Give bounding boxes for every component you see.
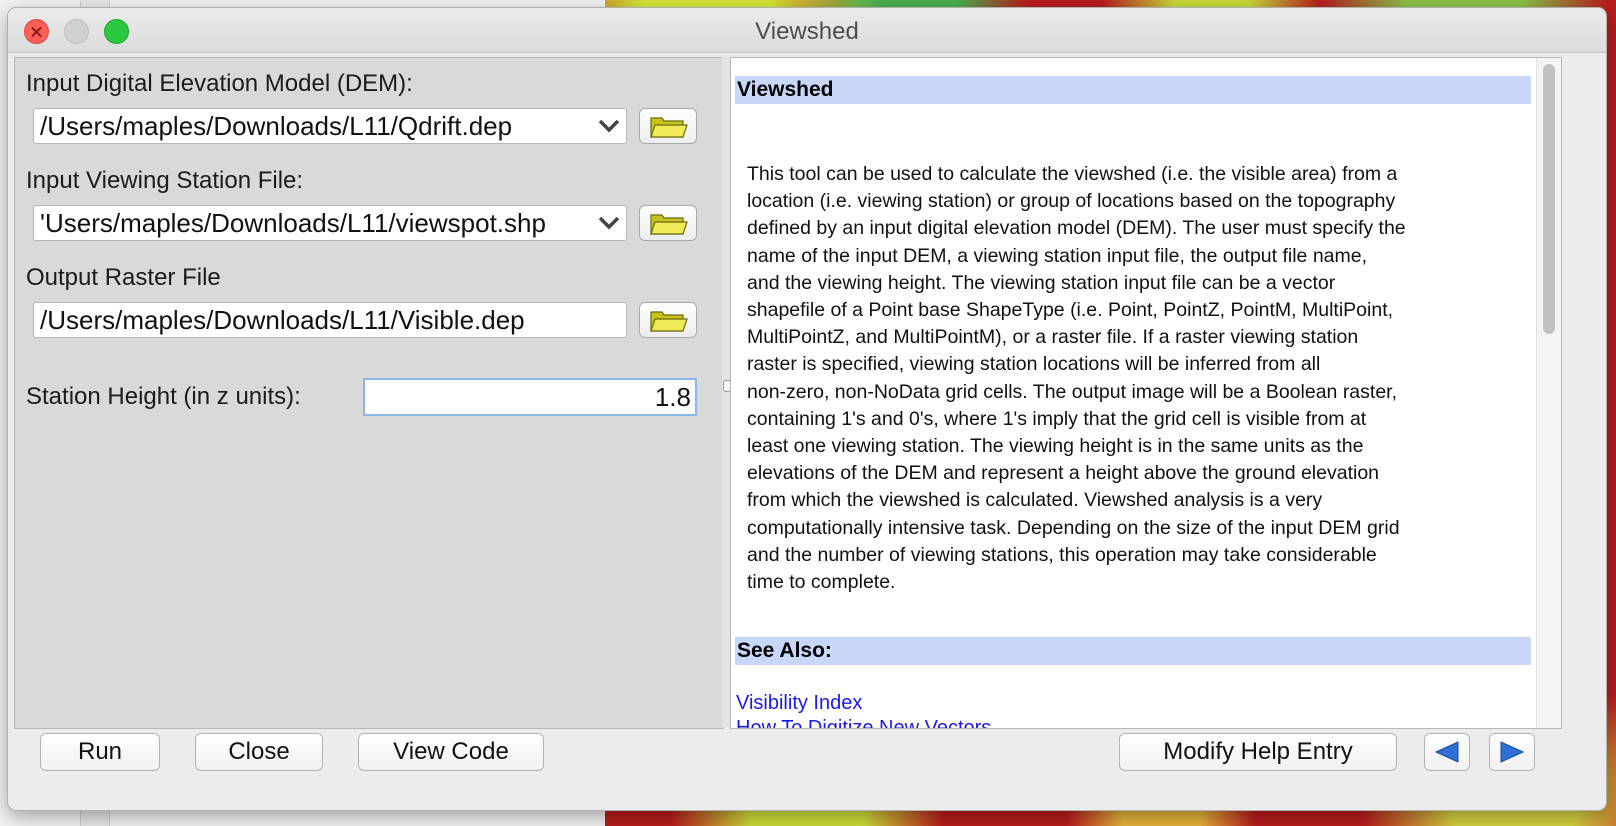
panel-splitter[interactable] (722, 57, 731, 727)
title-bar: Viewshed (8, 8, 1606, 53)
digitize-vectors-link[interactable]: How To Digitize New Vectors (736, 717, 991, 728)
dem-browse-button[interactable] (639, 108, 697, 144)
help-forward-button[interactable] (1489, 733, 1535, 771)
output-label: Output Raster File (26, 264, 221, 291)
modify-help-entry-button[interactable]: Modify Help Entry (1119, 733, 1397, 771)
close-button[interactable]: Close (195, 733, 323, 771)
output-value: /Users/maples/Downloads/L11/Visible.dep (40, 305, 525, 335)
help-description: This tool can be used to calculate the v… (747, 161, 1527, 596)
chevron-down-icon[interactable] (598, 109, 620, 143)
view-code-button[interactable]: View Code (358, 733, 544, 771)
station-height-label: Station Height (in z units): (26, 383, 301, 410)
chevron-down-icon[interactable] (598, 206, 620, 240)
parameters-panel: Input Digital Elevation Model (DEM): /Us… (14, 57, 724, 729)
viewshed-dialog: Viewshed Input Digital Elevation Model (… (8, 8, 1606, 810)
station-value: 'Users/maples/Downloads/L11/viewspot.shp (40, 208, 546, 238)
help-line: defined by an input digital elevation mo… (747, 217, 1406, 240)
help-line: from which the viewshed is calculated. V… (747, 489, 1323, 512)
help-line: raster is specified, viewing station loc… (747, 353, 1321, 376)
left-arrow-icon (1434, 741, 1459, 763)
help-line: elevations of the DEM and represent a he… (747, 462, 1380, 485)
station-height-input[interactable]: 1.8 (363, 378, 697, 416)
station-combobox[interactable]: 'Users/maples/Downloads/L11/viewspot.shp (33, 205, 627, 241)
scrollbar-thumb[interactable] (1543, 64, 1555, 334)
folder-icon (650, 117, 688, 138)
visibility-index-link[interactable]: Visibility Index (736, 692, 862, 715)
help-line: name of the input DEM, a viewing station… (747, 244, 1368, 267)
help-line: and the number of viewing stations, this… (747, 543, 1377, 566)
help-line: least one viewing station. The viewing h… (747, 435, 1364, 458)
help-line: This tool can be used to calculate the v… (747, 163, 1398, 185)
help-line: time to complete. (747, 571, 896, 594)
dem-label: Input Digital Elevation Model (DEM): (26, 70, 413, 97)
help-line: MultiPointZ, and MultiPointM), or a rast… (747, 326, 1359, 349)
folder-icon (650, 214, 688, 235)
help-line: location (i.e. viewing station) or group… (747, 190, 1396, 213)
dem-value: /Users/maples/Downloads/L11/Qdrift.dep (40, 111, 513, 141)
run-button[interactable]: Run (40, 733, 160, 771)
output-file-input[interactable]: /Users/maples/Downloads/L11/Visible.dep (33, 302, 627, 338)
help-line: shapefile of a Point base ShapeType (i.e… (747, 299, 1394, 322)
help-line: computationally intensive task. Dependin… (747, 516, 1400, 539)
dem-combobox[interactable]: /Users/maples/Downloads/L11/Qdrift.dep (33, 108, 627, 144)
station-label: Input Viewing Station File: (26, 167, 304, 194)
station-browse-button[interactable] (639, 205, 697, 241)
right-arrow-icon (1500, 741, 1525, 763)
help-panel: Viewshed This tool can be used to calcul… (730, 57, 1562, 729)
help-scrollbar[interactable] (1536, 58, 1561, 728)
help-line: containing 1's and 0's, where 1's imply … (747, 407, 1367, 430)
window-title: Viewshed (755, 18, 859, 45)
help-line: non-zero, non-NoData grid cells. The out… (747, 380, 1398, 403)
help-heading: Viewshed (735, 76, 1531, 104)
output-browse-button[interactable] (639, 302, 697, 338)
folder-icon (650, 311, 688, 332)
help-back-button[interactable] (1424, 733, 1470, 771)
see-also-heading: See Also: (735, 637, 1531, 665)
help-line: and the viewing height. The viewing stat… (747, 271, 1336, 294)
